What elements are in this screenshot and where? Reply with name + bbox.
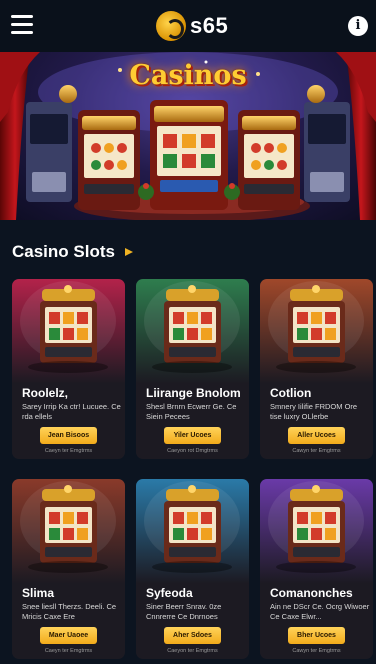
card-terms-note[interactable]: Cawyn ter Emgtrms bbox=[260, 448, 373, 454]
slot-machine-thumbnail bbox=[268, 481, 364, 573]
hamburger-menu-icon[interactable] bbox=[11, 15, 33, 35]
card-title: Cotlion bbox=[270, 386, 312, 400]
card-title: Roolelz, bbox=[22, 386, 69, 400]
card-title: Liirange Bnolom bbox=[146, 386, 241, 400]
play-button[interactable]: Aher Sdoes bbox=[164, 627, 221, 644]
card-terms-note[interactable]: Caeyn ter Emgtrms bbox=[12, 448, 125, 454]
slot-game-card[interactable]: Comanonches Ain ne DScr Ce. Ocrg Wiwoer C… bbox=[260, 479, 373, 659]
card-description: Snee liesll Therzs. Deeli. Ce Mricis Cax… bbox=[22, 602, 117, 621]
hero-banner[interactable]: Casinos bbox=[0, 52, 376, 220]
slot-machine-thumbnail bbox=[144, 481, 240, 573]
slot-machine-thumbnail bbox=[20, 281, 116, 373]
card-terms-note[interactable]: Caeyon ter Emgtrms bbox=[136, 648, 249, 654]
card-terms-note[interactable]: Cawyn ter Emgtrms bbox=[260, 648, 373, 654]
card-description: Shesl Brnrn Ecwerr Ge. Ce Siein Pecees bbox=[146, 402, 237, 421]
play-button[interactable]: Maer Uaoee bbox=[40, 627, 97, 644]
card-terms-note[interactable]: Caeyon rot Dmgtrms bbox=[136, 448, 249, 454]
card-title: Syfeoda bbox=[146, 586, 193, 600]
section-heading[interactable]: Casino Slots bbox=[12, 242, 133, 262]
site-logo[interactable]: s65 bbox=[156, 10, 228, 42]
slot-game-card[interactable]: Liirange Bnolom Shesl Brnrn Ecwerr Ge. Ce… bbox=[136, 279, 249, 459]
card-description: Ain ne DScr Ce. Ocrg Wiwoer Ce Caxe Elwr… bbox=[270, 602, 370, 621]
slot-game-card[interactable]: Syfeoda Siner Beerr Snrav. 0ze Cnnrerre C… bbox=[136, 479, 249, 659]
card-title: Slima bbox=[22, 586, 55, 600]
play-button[interactable]: Bher Ucoes bbox=[288, 627, 345, 644]
hero-title: Casinos bbox=[129, 60, 247, 91]
slot-machine-thumbnail bbox=[20, 481, 116, 573]
card-description: Sarey Irrip Ka ctr! Lucuee. Ce rda ellel… bbox=[22, 402, 121, 421]
card-description: Smnery Iilifie FRDOM Ore tise luxry OLle… bbox=[270, 402, 358, 421]
slot-game-card[interactable]: Roolelz, Sarey Irrip Ka ctr! Lucuee. Ce r… bbox=[12, 279, 125, 459]
play-button[interactable]: Aller Ucoes bbox=[288, 427, 345, 444]
slot-game-card[interactable]: Cotlion Smnery Iilifie FRDOM Ore tise lux… bbox=[260, 279, 373, 459]
slot-machine-thumbnail bbox=[144, 281, 240, 373]
play-button[interactable]: Jean Bisoos bbox=[40, 427, 97, 444]
info-icon[interactable]: i bbox=[348, 16, 368, 36]
play-button[interactable]: Yiler Ucoes bbox=[164, 427, 221, 444]
slot-game-card[interactable]: Slima Snee liesll Therzs. Deeli. Ce Mrici… bbox=[12, 479, 125, 659]
logo-mark-icon bbox=[156, 11, 186, 41]
slot-machine-thumbnail bbox=[268, 281, 364, 373]
card-description: Siner Beerr Snrav. 0ze Cnnrerre Ce Dnrno… bbox=[146, 602, 222, 621]
card-title: Comanonches bbox=[270, 586, 353, 600]
top-bar: s65 i bbox=[0, 0, 376, 52]
logo-text: s65 bbox=[190, 13, 229, 38]
card-terms-note[interactable]: Caeyn ter Emgtrms bbox=[12, 648, 125, 654]
section-title: Casino Slots bbox=[12, 242, 115, 261]
chevron-right-icon[interactable] bbox=[124, 248, 133, 256]
